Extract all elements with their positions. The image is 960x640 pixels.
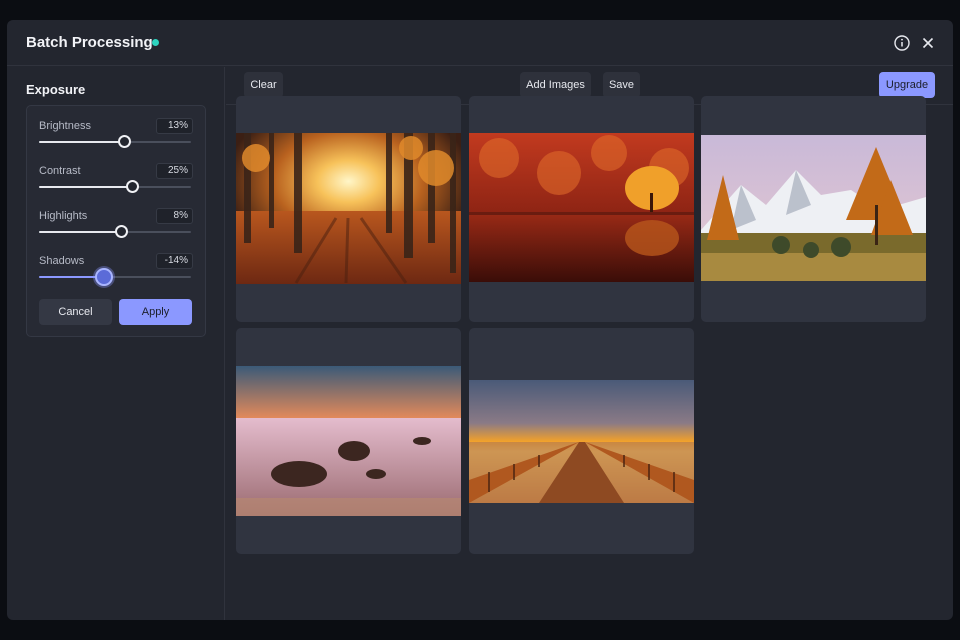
brightness-value-field[interactable]: 13% — [156, 118, 193, 134]
shadows-slider[interactable] — [39, 268, 191, 286]
exposure-panel: Brightness 13% Contrast 25% Highlights 8… — [26, 105, 206, 337]
info-icon[interactable] — [893, 34, 911, 52]
contrast-slider-fill — [39, 186, 132, 188]
contrast-slider[interactable] — [39, 180, 191, 193]
section-title-exposure: Exposure — [26, 82, 86, 97]
adjustments-sidebar: Exposure Brightness 13% Contrast 25% Hig… — [7, 67, 225, 620]
brightness-label: Brightness — [39, 120, 91, 132]
dialog-header: Batch Processing — [7, 20, 953, 66]
shadows-label: Shadows — [39, 255, 85, 267]
highlights-slider-row: Highlights 8% — [39, 208, 193, 250]
brightness-slider-fill — [39, 141, 125, 143]
highlights-slider-fill — [39, 231, 122, 233]
contrast-label: Contrast — [39, 165, 81, 177]
highlights-slider-thumb[interactable] — [115, 225, 129, 238]
image-thumbnail-pier-sunset — [469, 380, 694, 503]
apply-button[interactable]: Apply — [119, 299, 192, 325]
brightness-slider-thumb[interactable] — [118, 135, 132, 148]
image-card[interactable] — [236, 96, 461, 322]
contrast-slider-thumb[interactable] — [125, 180, 139, 193]
image-card[interactable] — [701, 96, 926, 322]
brightness-slider[interactable] — [39, 135, 191, 148]
close-icon[interactable] — [919, 34, 937, 52]
image-card[interactable] — [469, 328, 694, 554]
image-thumbnail-red-lake — [469, 133, 694, 282]
image-card[interactable] — [469, 96, 694, 322]
shadows-slider-row: Shadows -14% — [39, 253, 193, 295]
add-images-button[interactable]: Add Images — [520, 72, 591, 98]
image-card[interactable] — [236, 328, 461, 554]
image-grid — [236, 96, 936, 566]
save-button[interactable]: Save — [603, 72, 640, 98]
highlights-label: Highlights — [39, 210, 88, 222]
clear-button[interactable]: Clear — [244, 72, 283, 98]
upgrade-button[interactable]: Upgrade — [879, 72, 935, 98]
contrast-slider-row: Contrast 25% — [39, 163, 193, 205]
contrast-value-field[interactable]: 25% — [156, 163, 193, 179]
dialog-title: Batch Processing — [26, 34, 153, 51]
shadows-value-field[interactable]: -14% — [156, 253, 193, 269]
image-thumbnail-autumn-forest — [236, 133, 461, 284]
highlights-slider[interactable] — [39, 225, 191, 238]
image-thumbnail-mountain-larch — [701, 135, 926, 281]
status-indicator — [152, 39, 159, 46]
image-thumbnail-sea-rocks — [236, 366, 461, 516]
highlights-value-field[interactable]: 8% — [156, 208, 193, 224]
cancel-button[interactable]: Cancel — [39, 299, 112, 325]
shadows-slider-thumb[interactable] — [95, 268, 114, 286]
brightness-slider-row: Brightness 13% — [39, 118, 193, 160]
